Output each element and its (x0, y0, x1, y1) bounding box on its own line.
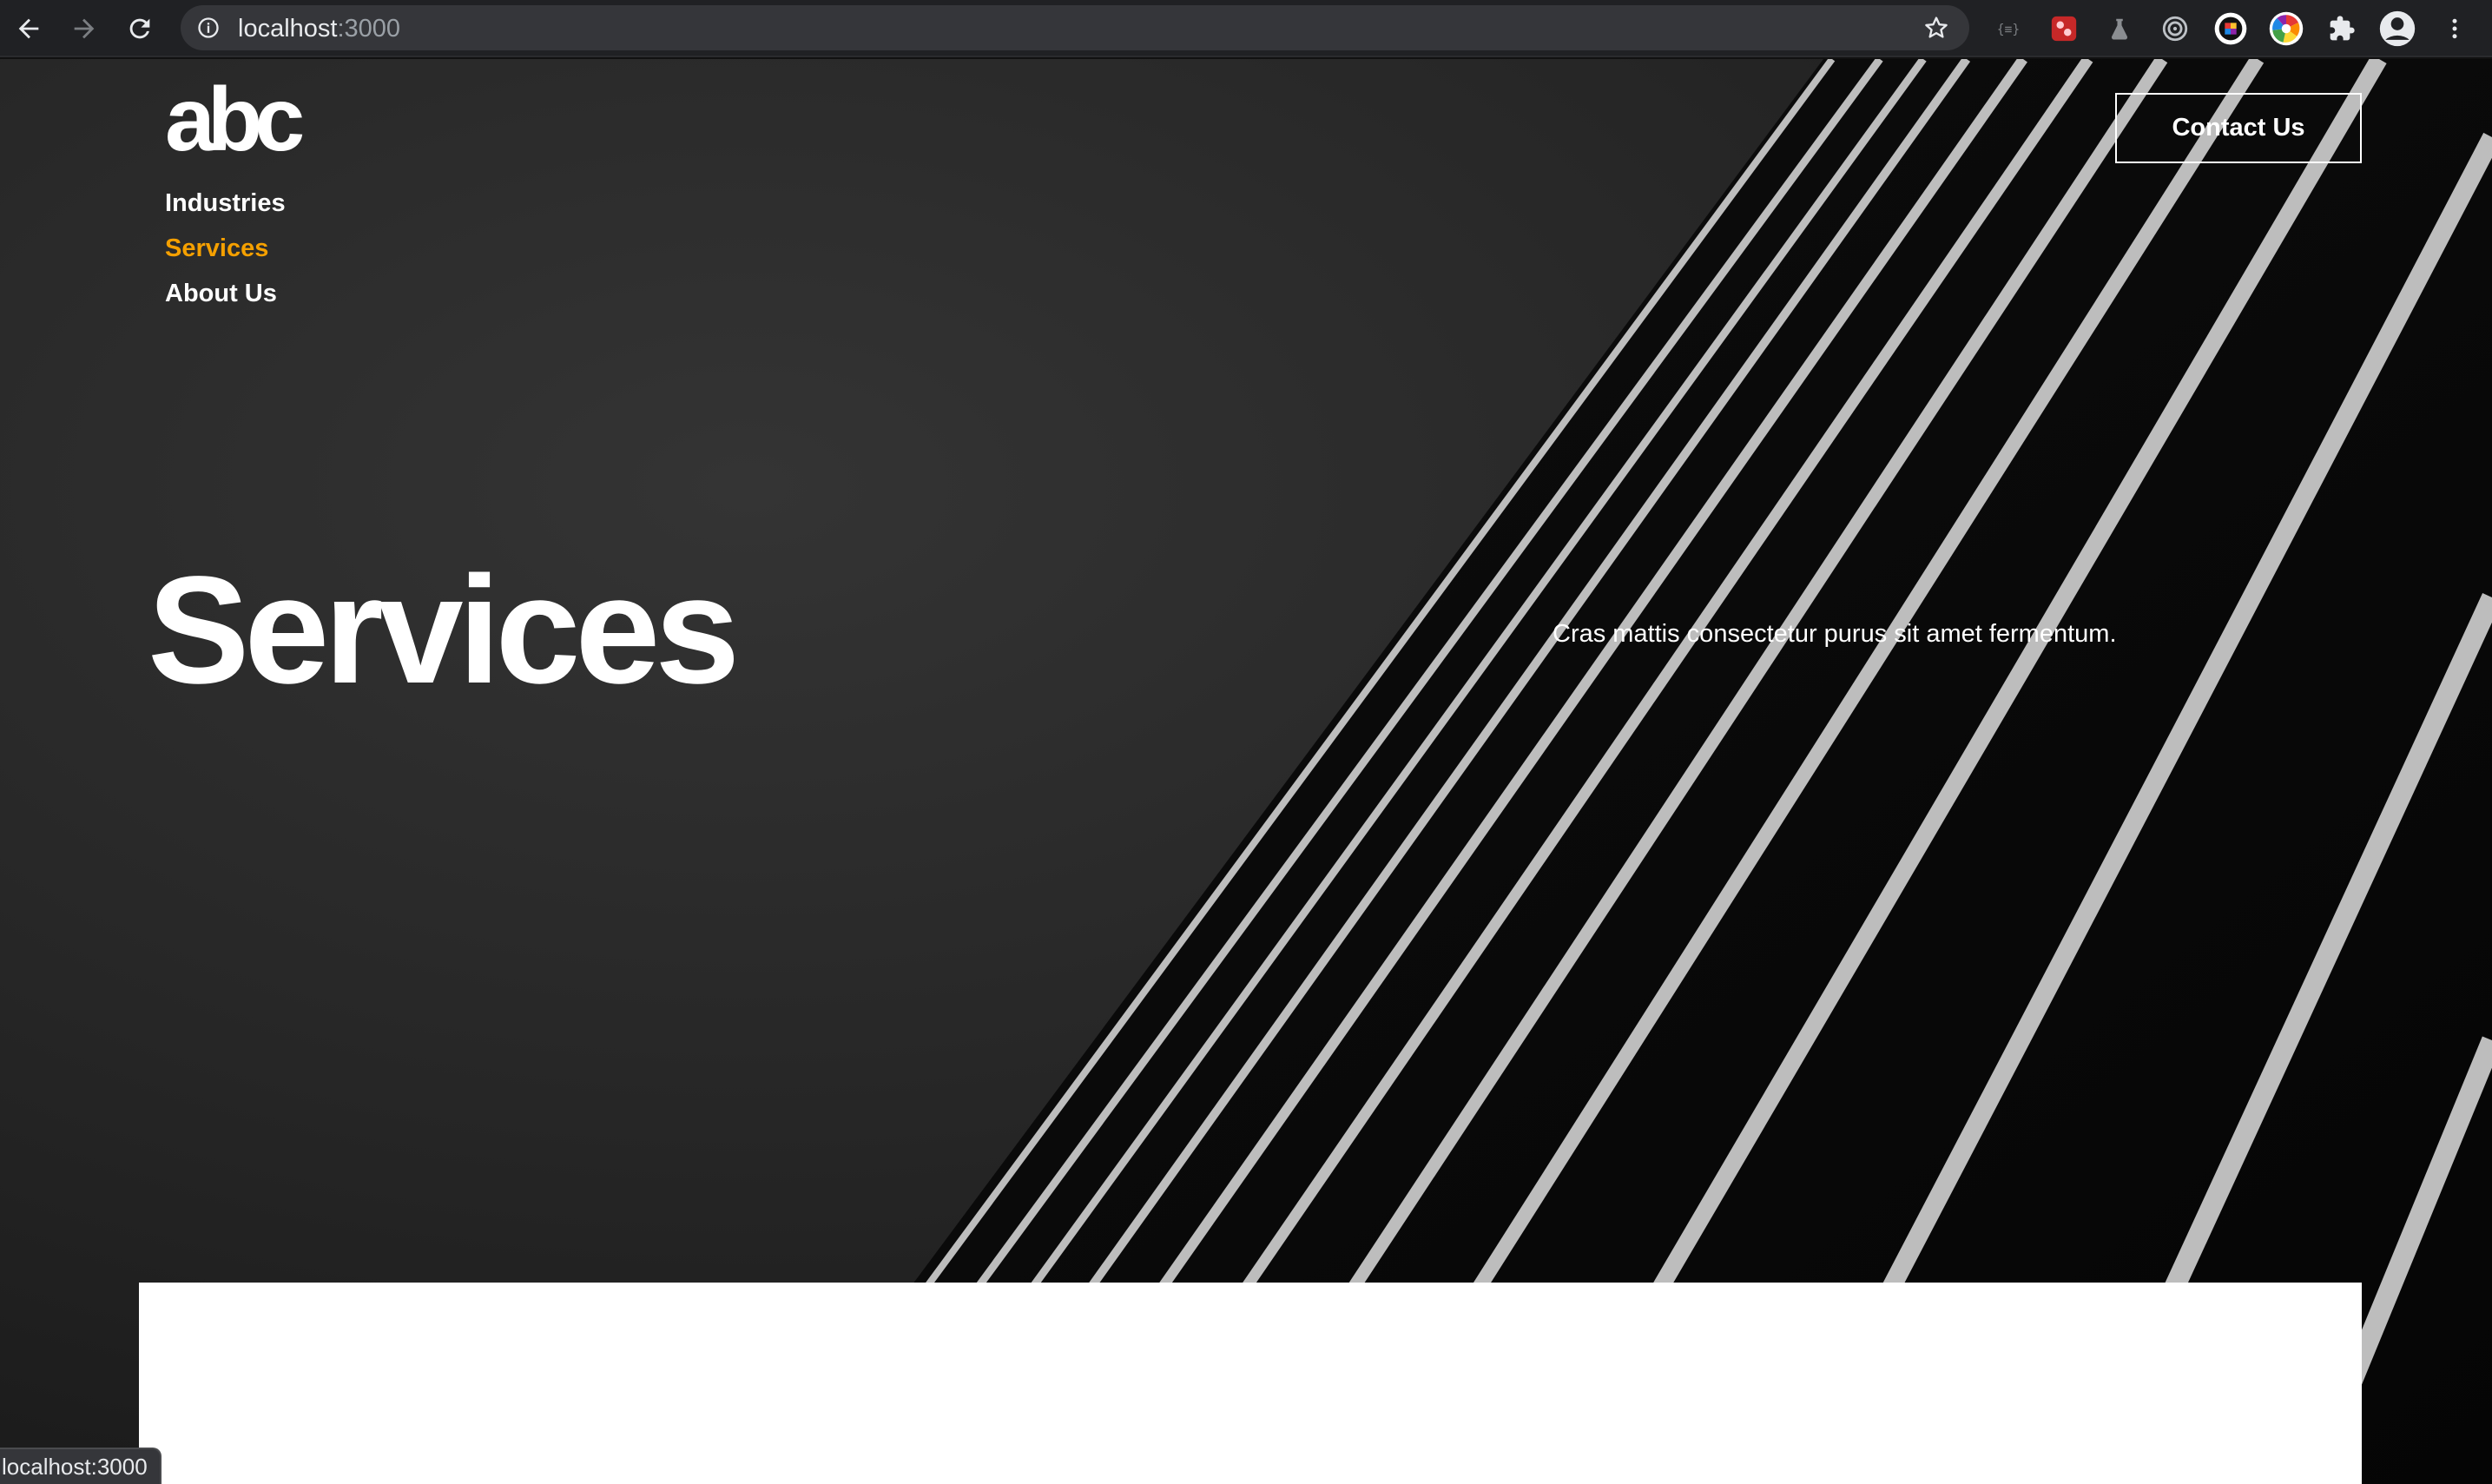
svg-text:{≡}: {≡} (1997, 22, 2020, 36)
back-button[interactable] (9, 9, 49, 49)
forward-button[interactable] (64, 9, 104, 49)
nav-item-about-us[interactable]: About Us (165, 271, 286, 316)
nav-item-services[interactable]: Services (165, 226, 286, 271)
arrow-left-icon (18, 18, 39, 39)
content-card (139, 1283, 2362, 1484)
braces-icon[interactable]: {≡} (1988, 9, 2028, 49)
info-circle-icon[interactable] (196, 16, 221, 40)
kebab-menu-icon[interactable] (2435, 9, 2475, 49)
hero-background-image (764, 59, 2492, 1484)
contact-us-button[interactable]: Contact Us (2115, 93, 2362, 163)
browser-toolbar: localhost:3000 {≡} (0, 0, 2492, 57)
account-circle-icon[interactable] (2377, 9, 2417, 49)
hero-description: Cras mattis consectetur purus sit amet f… (1553, 620, 2117, 648)
color-wheel-icon[interactable] (2266, 9, 2306, 49)
palette-extension-icon[interactable] (2211, 9, 2251, 49)
arrow-right-icon (74, 18, 95, 39)
url-text: localhost:3000 (238, 15, 400, 43)
page-viewport: abc Industries Services About Us Contact… (0, 59, 2492, 1484)
target-icon[interactable] (2155, 9, 2195, 49)
site-logo[interactable]: abc (165, 75, 305, 165)
red-puzzle-extension-icon[interactable] (2044, 9, 2084, 49)
link-status-bubble: localhost:3000 (0, 1448, 162, 1484)
star-outline-icon[interactable] (1922, 14, 1950, 42)
nav-item-industries[interactable]: Industries (165, 181, 286, 226)
page-title: Services (148, 545, 740, 716)
reload-button[interactable] (120, 9, 160, 49)
url-port: :3000 (337, 15, 401, 43)
url-host: localhost (238, 15, 338, 43)
main-navigation: Industries Services About Us (165, 181, 286, 316)
address-bar[interactable]: localhost:3000 (181, 5, 1969, 50)
reload-icon (129, 18, 150, 39)
flask-icon[interactable] (2100, 9, 2139, 49)
puzzle-piece-icon[interactable] (2322, 9, 2362, 49)
